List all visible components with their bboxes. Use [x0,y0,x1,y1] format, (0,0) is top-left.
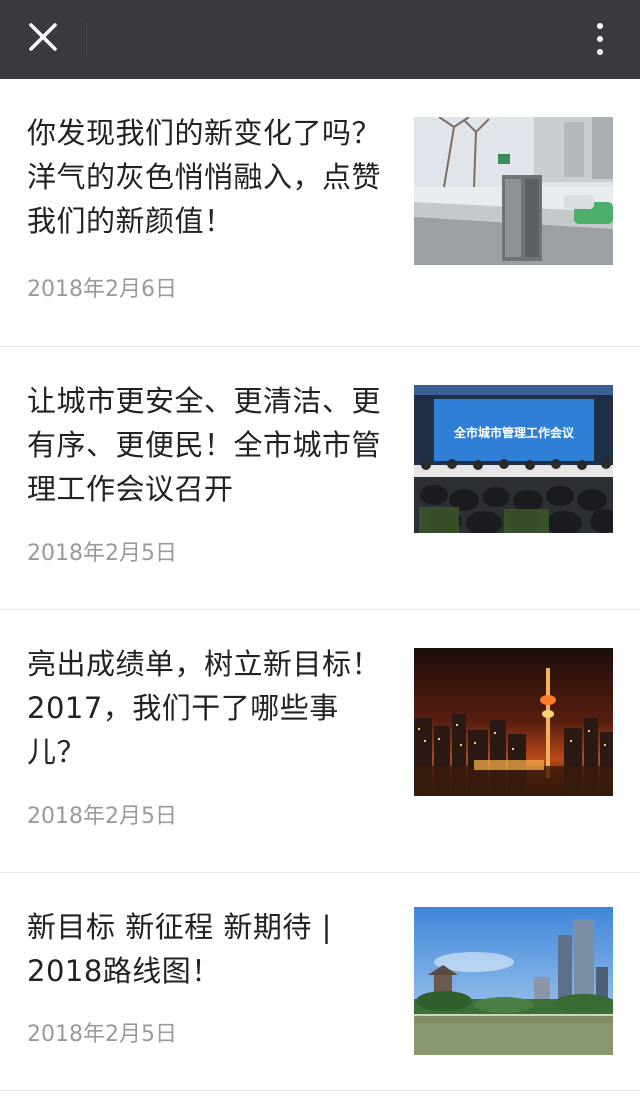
article-item[interactable]: 新目标 新征程 新期待 | 2018路线图！ 2018年2月5日 [0,873,640,1091]
article-list: 你发现我们的新变化了吗？洋气的灰色悄悄融入，点赞我们的新颜值！ 2018年2月6… [0,79,640,1091]
article-item[interactable]: 让城市更安全、更清洁、更有序、更便民！全市城市管理工作会议召开 2018年2月5… [0,347,640,610]
article-item[interactable]: 亮出成绩单，树立新目标！2017，我们干了哪些事儿？ 2018年2月5日 [0,610,640,873]
screen-caption: 全市城市管理工作会议 [453,425,575,440]
article-thumbnail [414,648,613,796]
article-thumbnail: 全市城市管理工作会议 [414,385,613,533]
article-date: 2018年2月5日 [27,804,177,829]
article-thumbnail [414,907,613,1055]
close-icon [28,22,58,56]
top-bar [0,0,640,79]
article-title: 让城市更安全、更清洁、更有序、更便民！全市城市管理工作会议召开 [27,384,382,506]
article-date: 2018年2月5日 [27,541,177,566]
close-button[interactable] [20,16,66,62]
article-thumbnail [414,117,613,265]
more-vertical-icon [597,23,603,55]
article-title: 亮出成绩单，树立新目标！2017，我们干了哪些事儿？ [27,647,382,769]
article-title: 你发现我们的新变化了吗？洋气的灰色悄悄融入，点赞我们的新颜值！ [27,116,382,238]
article-title: 新目标 新征程 新期待 | 2018路线图！ [27,910,332,988]
article-date: 2018年2月5日 [27,1022,177,1047]
toolbar-divider [86,22,87,56]
article-date: 2018年2月6日 [27,277,177,302]
more-options-button[interactable] [580,14,620,64]
article-item[interactable]: 你发现我们的新变化了吗？洋气的灰色悄悄融入，点赞我们的新颜值！ 2018年2月6… [0,79,640,347]
